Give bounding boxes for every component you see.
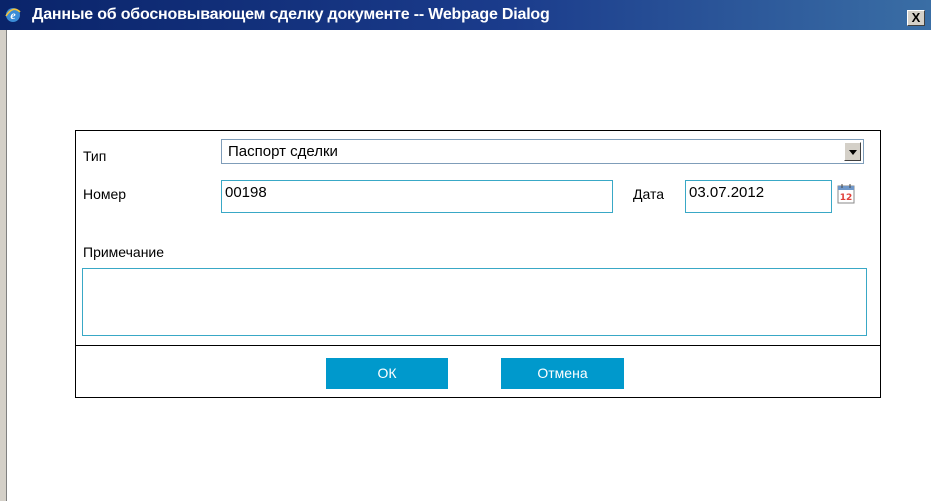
close-button[interactable]: X [907,10,925,26]
window-left-border [0,30,7,501]
number-field[interactable]: 00198 [221,180,613,213]
ok-button[interactable]: ОК [326,358,448,389]
type-select-value: Паспорт сделки [228,143,338,160]
window-title: Данные об обосновывающем сделку документ… [32,6,550,23]
note-field[interactable] [82,268,867,336]
chevron-down-icon[interactable] [844,142,861,161]
calendar-icon[interactable]: 12 [837,183,855,205]
date-field[interactable]: 03.07.2012 [685,180,832,213]
type-label: Тип [83,148,107,164]
title-bar: e Данные об обосновывающем сделку докуме… [0,0,931,30]
date-label: Дата [633,186,665,202]
close-icon: X [911,10,921,25]
document-form: Тип Паспорт сделки Номер 00198 Дата 03.0… [75,130,881,398]
ie-icon: e [5,8,21,22]
note-label: Примечание [83,244,165,260]
divider [76,345,880,346]
type-select[interactable]: Паспорт сделки [221,139,864,164]
number-label: Номер [83,186,127,202]
calendar-day: 12 [840,193,853,203]
cancel-button[interactable]: Отмена [501,358,624,389]
